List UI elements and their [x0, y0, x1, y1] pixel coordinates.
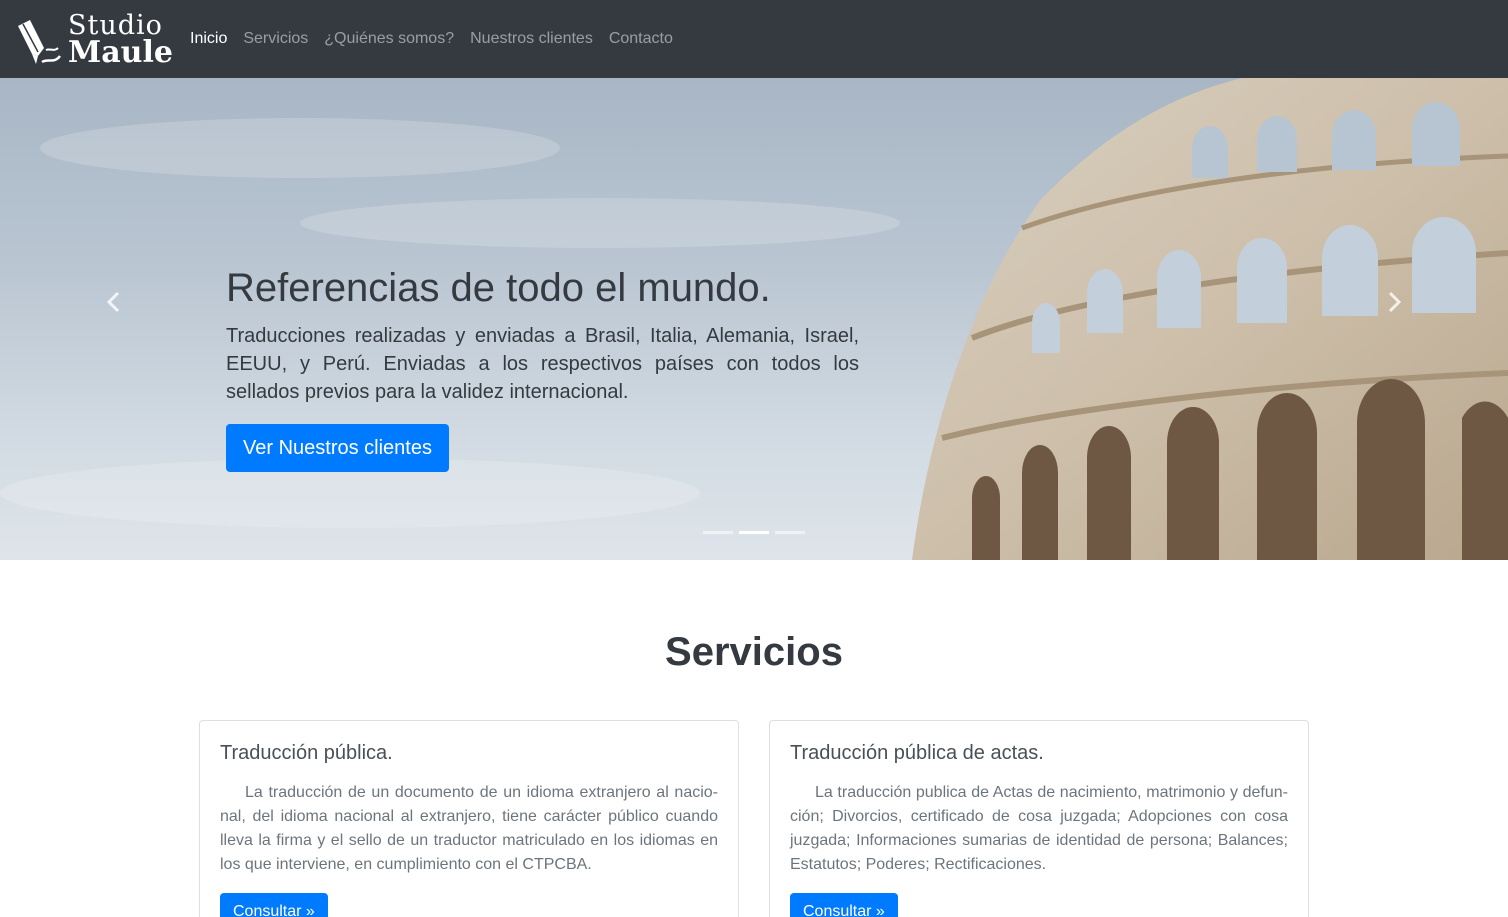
- carousel-indicator[interactable]: [703, 531, 733, 534]
- carousel-next-button[interactable]: [1384, 290, 1404, 314]
- service-card-text: La traducción publica de Actas de nacimi…: [790, 784, 1288, 873]
- carousel-indicator-active[interactable]: [739, 531, 769, 534]
- carousel-prev-button[interactable]: [104, 290, 124, 314]
- carousel-caption: Referencias de todo el mundo. Traduccion…: [226, 266, 859, 472]
- colosseum-image: [912, 78, 1508, 560]
- nav-item-nuestros-clientes[interactable]: Nuestros clientes: [470, 30, 593, 48]
- fountain-pen-icon: [18, 20, 61, 64]
- consultar-button[interactable]: Consultar »: [220, 893, 328, 917]
- hero-carousel: Referencias de todo el mundo. Traduccion…: [0, 78, 1508, 560]
- carousel-indicators: [703, 531, 811, 534]
- carousel-indicator[interactable]: [775, 531, 805, 534]
- brand-name-line2: Maule: [68, 35, 173, 70]
- chevron-left-icon: [106, 291, 120, 313]
- navbar: Studio Maule Inicio Servicios ¿Quiénes s…: [0, 0, 1508, 78]
- nav-item-inicio[interactable]: Inicio: [190, 30, 227, 48]
- nav-menu: Inicio Servicios ¿Quiénes somos? Nuestro…: [190, 30, 689, 48]
- carousel-title: Referencias de todo el mundo.: [226, 266, 771, 310]
- sky-cloud: [40, 118, 560, 178]
- nav-item-servicios[interactable]: Servicios: [243, 30, 308, 48]
- ver-clientes-button[interactable]: Ver Nuestros clientes: [226, 424, 449, 472]
- services-title: Servicios: [665, 630, 843, 674]
- carousel-text: Traducciones realizadas y enviadas a Bra…: [226, 325, 859, 403]
- nav-item-quienes-somos[interactable]: ¿Quiénes somos?: [324, 30, 454, 48]
- service-card-title: Traducción pública de actas.: [790, 742, 1044, 764]
- service-card: Traducción pública de actas. La traducci…: [769, 720, 1309, 917]
- service-card-text: La traducción de un documento de un idio…: [220, 784, 718, 873]
- chevron-right-icon: [1388, 291, 1402, 313]
- brand-logo[interactable]: Studio Maule: [14, 10, 173, 70]
- nav-item-contacto[interactable]: Contacto: [609, 30, 673, 48]
- service-card: Traducción pública. La traducción de un …: [199, 720, 739, 917]
- consultar-button[interactable]: Consultar »: [790, 893, 898, 917]
- sky-cloud: [300, 198, 900, 248]
- service-card-title: Traducción pública.: [220, 742, 393, 764]
